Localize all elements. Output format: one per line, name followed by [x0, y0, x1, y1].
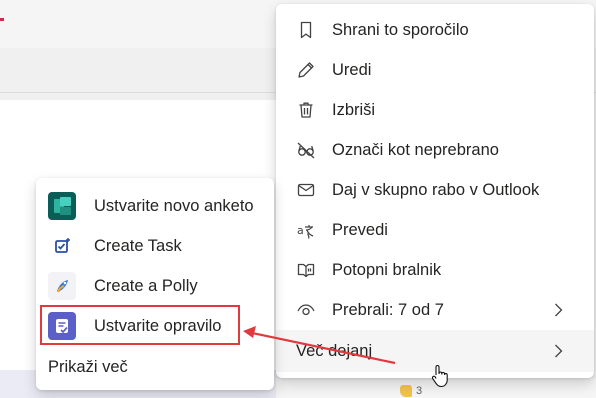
show-more-label: Prikaži več: [48, 357, 128, 376]
submenu-item-label: Ustvarite novo anketo: [94, 196, 254, 215]
menu-item-label: Daj v skupno rabo v Outlook: [332, 180, 540, 199]
menu-item-delete[interactable]: Izbriši: [276, 90, 594, 130]
submenu-item-label: Create Task: [94, 236, 182, 255]
immersive-reader-icon: [296, 260, 316, 280]
notification-mark: [0, 18, 4, 21]
menu-item-label: Uredi: [332, 60, 372, 79]
eye-off-icon: [296, 140, 316, 160]
submenu-item-create-task[interactable]: Create Task: [36, 226, 274, 266]
translate-icon: a: [296, 220, 316, 240]
planner-app-icon: [48, 312, 76, 340]
menu-item-translate[interactable]: a Prevedi: [276, 210, 594, 250]
menu-item-label: Potopni bralnik: [332, 260, 442, 279]
submenu-show-more[interactable]: Prikaži več: [36, 346, 274, 388]
submenu-item-create-planner-task[interactable]: Ustvarite opravilo: [36, 306, 274, 346]
reaction-count: 3: [416, 385, 423, 397]
menu-item-label: Prebrali: 7 od 7: [332, 300, 444, 319]
menu-item-mark-unread[interactable]: Označi kot neprebrano: [276, 130, 594, 170]
submenu-item-label: Ustvarite opravilo: [94, 316, 222, 335]
menu-item-label: Označi kot neprebrano: [332, 140, 499, 159]
forms-app-icon: [48, 192, 76, 220]
chevron-right-icon: [555, 344, 563, 358]
trash-icon: [296, 100, 316, 120]
eye-icon: [296, 300, 316, 320]
submenu-item-label: Create a Polly: [94, 276, 198, 295]
mail-icon: [296, 180, 316, 200]
menu-item-read-by[interactable]: Prebrali: 7 od 7: [276, 290, 594, 330]
menu-item-label: Izbriši: [332, 100, 376, 119]
pencil-icon: [296, 60, 316, 80]
menu-item-label: Prevedi: [332, 220, 388, 239]
menu-item-label: Shrani to sporočilo: [332, 20, 469, 39]
task-app-icon: [48, 232, 76, 260]
bookmark-icon: [296, 20, 316, 40]
submenu-item-create-polly[interactable]: Create a Polly: [36, 266, 274, 306]
reaction-badge[interactable]: 3: [400, 384, 422, 398]
svg-text:a: a: [297, 224, 304, 237]
hand-cursor-icon: [431, 364, 448, 388]
message-context-menu: Shrani to sporočilo Uredi Izbriši Označi…: [276, 4, 594, 378]
menu-item-immersive-reader[interactable]: Potopni bralnik: [276, 250, 594, 290]
chevron-right-icon: [555, 303, 563, 317]
menu-item-save[interactable]: Shrani to sporočilo: [276, 10, 594, 50]
thumbs-up-icon: [400, 385, 412, 397]
menu-item-label: Več dejanj: [296, 341, 373, 360]
submenu-item-new-poll[interactable]: Ustvarite novo anketo: [36, 186, 274, 226]
menu-item-edit[interactable]: Uredi: [276, 50, 594, 90]
menu-item-share-outlook[interactable]: Daj v skupno rabo v Outlook: [276, 170, 594, 210]
more-actions-submenu: Ustvarite novo anketo Create Task Create…: [36, 178, 274, 390]
polly-app-icon: [48, 272, 76, 300]
